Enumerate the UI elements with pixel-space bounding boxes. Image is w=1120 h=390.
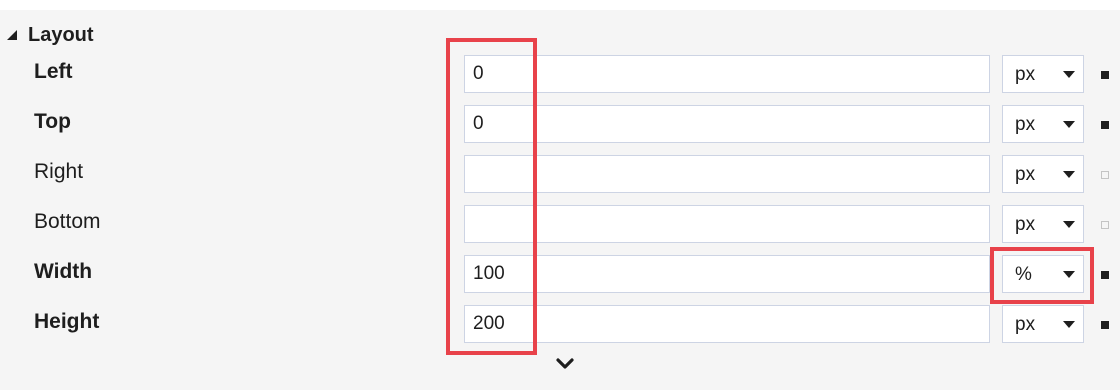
- property-row-width: Width %: [0, 252, 1120, 296]
- property-row-left: Left px: [0, 52, 1120, 96]
- unit-label: px: [1015, 164, 1036, 185]
- unit-label: px: [1015, 214, 1036, 235]
- property-unset-indicator[interactable]: [1101, 171, 1109, 179]
- property-row-height: Height px: [0, 302, 1120, 346]
- left-value-input[interactable]: [464, 55, 990, 93]
- property-set-indicator[interactable]: [1101, 121, 1109, 129]
- chevron-down-icon[interactable]: [556, 358, 574, 370]
- height-value-input[interactable]: [464, 305, 990, 343]
- top-unit-dropdown[interactable]: px: [1002, 105, 1084, 143]
- caret-down-icon: [1063, 121, 1075, 128]
- property-label-width: Width: [34, 260, 93, 283]
- top-value-input[interactable]: [464, 105, 990, 143]
- layout-section-header[interactable]: Layout: [6, 22, 94, 48]
- unit-label: px: [1015, 114, 1036, 135]
- property-label-top: Top: [34, 110, 71, 133]
- layout-properties-panel: Layout Left px Top px Right px Bottom: [0, 10, 1120, 390]
- right-unit-dropdown[interactable]: px: [1002, 155, 1084, 193]
- caret-down-icon: [1063, 271, 1075, 278]
- property-label-bottom: Bottom: [34, 210, 101, 233]
- unit-label: %: [1015, 264, 1032, 285]
- property-unset-indicator[interactable]: [1101, 221, 1109, 229]
- property-row-bottom: Bottom px: [0, 202, 1120, 246]
- left-unit-dropdown[interactable]: px: [1002, 55, 1084, 93]
- property-label-height: Height: [34, 310, 100, 333]
- right-value-input[interactable]: [464, 155, 990, 193]
- bottom-value-input[interactable]: [464, 205, 990, 243]
- property-label-right: Right: [34, 160, 84, 183]
- caret-down-icon: [1063, 321, 1075, 328]
- property-set-indicator[interactable]: [1101, 271, 1109, 279]
- property-row-right: Right px: [0, 152, 1120, 196]
- property-set-indicator[interactable]: [1101, 321, 1109, 329]
- triangle-down-icon[interactable]: [6, 29, 18, 41]
- width-value-input[interactable]: [464, 255, 990, 293]
- section-title: Layout: [28, 23, 94, 46]
- caret-down-icon: [1063, 221, 1075, 228]
- caret-down-icon: [1063, 171, 1075, 178]
- property-row-top: Top px: [0, 102, 1120, 146]
- caret-down-icon: [1063, 71, 1075, 78]
- unit-label: px: [1015, 314, 1036, 335]
- unit-label: px: [1015, 64, 1036, 85]
- width-unit-dropdown[interactable]: %: [1002, 255, 1084, 293]
- property-label-left: Left: [34, 60, 73, 83]
- height-unit-dropdown[interactable]: px: [1002, 305, 1084, 343]
- bottom-unit-dropdown[interactable]: px: [1002, 205, 1084, 243]
- property-set-indicator[interactable]: [1101, 71, 1109, 79]
